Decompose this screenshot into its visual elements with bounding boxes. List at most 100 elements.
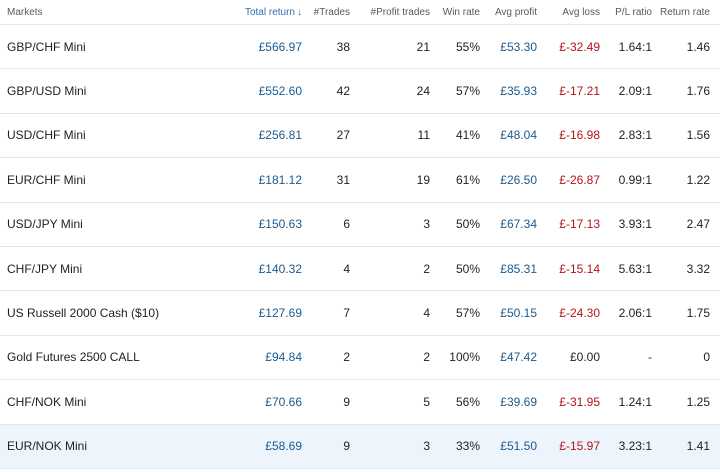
cell-win-rate: 55% [455, 39, 480, 54]
cell-return-rate: 0 [703, 350, 710, 365]
cell-profit-trades: 2 [423, 350, 430, 365]
market-performance-table: Markets Total return ↓ #Trades #Profit tr… [0, 0, 720, 469]
cell-trades: 6 [343, 217, 350, 232]
header-pl-ratio[interactable]: P/L ratio [600, 7, 652, 18]
cell-profit-trades: 3 [423, 217, 430, 232]
cell-return-rate: 1.75 [686, 306, 710, 321]
cell-total-return: £566.97 [258, 39, 302, 54]
header-return-rate[interactable]: Return rate [652, 7, 720, 18]
cell-market: EUR/NOK Mini [7, 439, 88, 454]
cell-pl-ratio: 5.63:1 [618, 261, 652, 276]
cell-avg-loss: £-17.13 [559, 217, 600, 232]
cell-avg-loss: £0.00 [569, 350, 600, 365]
cell-market: USD/JPY Mini [7, 217, 83, 232]
cell-avg-loss: £-17.21 [559, 84, 600, 99]
cell-pl-ratio: 3.93:1 [618, 217, 652, 232]
cell-win-rate: 41% [455, 128, 480, 143]
cell-profit-trades: 5 [423, 394, 430, 409]
cell-pl-ratio: - [648, 350, 652, 365]
cell-pl-ratio: 0.99:1 [618, 172, 652, 187]
cell-win-rate: 50% [455, 217, 480, 232]
table-row[interactable]: GBP/USD Mini £552.60 42 24 57% £35.93 £-17.21 2… [0, 69, 720, 114]
cell-market: Gold Futures 2500 CALL [7, 350, 140, 365]
cell-return-rate: 1.25 [686, 394, 710, 409]
cell-return-rate: 2.47 [686, 217, 710, 232]
cell-avg-profit: £51.50 [500, 439, 537, 454]
cell-win-rate: 56% [455, 394, 480, 409]
header-markets[interactable]: Markets [0, 7, 240, 18]
cell-avg-profit: £47.42 [500, 350, 537, 365]
cell-win-rate: 57% [455, 84, 480, 99]
table-row[interactable]: USD/CHF Mini £256.81 27 11 41% £48.04 £-16.98 2… [0, 114, 720, 159]
cell-market: EUR/CHF Mini [7, 172, 86, 187]
cell-profit-trades: 4 [423, 306, 430, 321]
table-row[interactable]: US Russell 2000 Cash ($10) £127.69 7 4 57% £5… [0, 291, 720, 336]
cell-profit-trades: 3 [423, 439, 430, 454]
cell-profit-trades: 11 [417, 128, 430, 143]
cell-total-return: £150.63 [258, 217, 302, 232]
cell-market: CHF/JPY Mini [7, 261, 83, 276]
header-trades[interactable]: #Trades [302, 7, 350, 18]
cell-pl-ratio: 2.83:1 [618, 128, 652, 143]
header-avg-profit[interactable]: Avg profit [480, 7, 537, 18]
cell-pl-ratio: 2.06:1 [618, 306, 652, 321]
cell-trades: 42 [336, 84, 350, 99]
cell-total-return: £94.84 [265, 350, 302, 365]
cell-total-return: £552.60 [258, 84, 302, 99]
cell-avg-profit: £53.30 [500, 39, 537, 54]
cell-avg-loss: £-24.30 [559, 306, 600, 321]
cell-return-rate: 1.56 [686, 128, 710, 143]
cell-return-rate: 1.46 [686, 39, 710, 54]
cell-market: USD/CHF Mini [7, 128, 86, 143]
cell-avg-profit: £50.15 [500, 306, 537, 321]
cell-avg-loss: £-15.14 [559, 261, 600, 276]
cell-total-return: £140.32 [258, 261, 302, 276]
cell-win-rate: 61% [455, 172, 480, 187]
cell-avg-profit: £39.69 [500, 394, 537, 409]
table-row[interactable]: EUR/CHF Mini £181.12 31 19 61% £26.50 £-26.87 0… [0, 158, 720, 203]
cell-trades: 31 [336, 172, 350, 187]
cell-total-return: £256.81 [258, 128, 302, 143]
cell-market: CHF/NOK Mini [7, 394, 87, 409]
cell-avg-loss: £-26.87 [559, 172, 600, 187]
cell-avg-profit: £35.93 [500, 84, 537, 99]
table-row[interactable]: USD/JPY Mini £150.63 6 3 50% £67.34 £-17.13 3.9… [0, 203, 720, 247]
table-row[interactable]: GBP/CHF Mini £566.97 38 21 55% £53.30 £-32.49 1… [0, 25, 720, 70]
table-body: GBP/CHF Mini £566.97 38 21 55% £53.30 £-32.49 1… [0, 25, 720, 469]
cell-profit-trades: 2 [423, 261, 430, 276]
cell-avg-profit: £48.04 [500, 128, 537, 143]
cell-profit-trades: 21 [416, 39, 430, 54]
table-header: Markets Total return ↓ #Trades #Profit tr… [0, 0, 720, 25]
cell-market: GBP/CHF Mini [7, 39, 86, 54]
header-total-return[interactable]: Total return ↓ [240, 7, 302, 18]
cell-avg-loss: £-32.49 [559, 39, 600, 54]
cell-trades: 7 [343, 306, 350, 321]
cell-total-return: £58.69 [265, 439, 302, 454]
table-row[interactable]: CHF/NOK Mini £70.66 9 5 56% £39.69 £-31.95 1.24… [0, 380, 720, 425]
cell-total-return: £127.69 [258, 306, 302, 321]
cell-trades: 4 [343, 261, 350, 276]
cell-trades: 9 [343, 439, 350, 454]
table-row[interactable]: Gold Futures 2500 CALL £94.84 2 2 100% £47.42… [0, 336, 720, 381]
cell-pl-ratio: 1.24:1 [618, 394, 652, 409]
cell-win-rate: 100% [449, 350, 480, 365]
table-row[interactable]: EUR/NOK Mini £58.69 9 3 33% £51.50 £-15.97 3.23… [0, 424, 720, 469]
cell-total-return: £70.66 [265, 394, 302, 409]
cell-trades: 9 [343, 394, 350, 409]
header-profit-trades[interactable]: #Profit trades [350, 7, 430, 18]
cell-return-rate: 3.32 [686, 261, 710, 276]
cell-pl-ratio: 3.23:1 [618, 439, 652, 454]
cell-avg-profit: £26.50 [500, 172, 537, 187]
table-row[interactable]: CHF/JPY Mini £140.32 4 2 50% £85.31 £-15.14 5.6… [0, 247, 720, 292]
cell-return-rate: 1.76 [686, 84, 710, 99]
cell-avg-loss: £-16.98 [559, 128, 600, 143]
cell-avg-loss: £-15.97 [559, 439, 600, 454]
cell-avg-profit: £85.31 [500, 261, 537, 276]
header-win-rate[interactable]: Win rate [430, 7, 480, 18]
cell-win-rate: 50% [455, 261, 480, 276]
cell-avg-profit: £67.34 [500, 217, 537, 232]
header-avg-loss[interactable]: Avg loss [537, 7, 600, 18]
cell-profit-trades: 19 [416, 172, 430, 187]
cell-win-rate: 33% [455, 439, 480, 454]
cell-pl-ratio: 1.64:1 [618, 39, 652, 54]
